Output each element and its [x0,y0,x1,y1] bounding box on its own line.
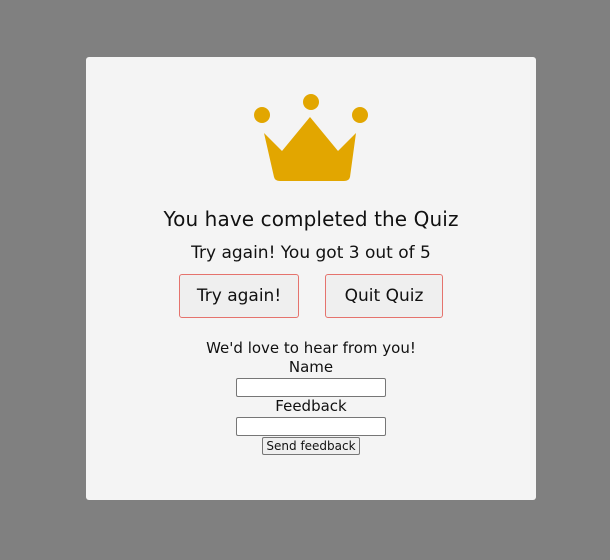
completion-title: You have completed the Quiz [163,207,459,231]
name-label: Name [288,358,334,376]
try-again-button[interactable]: Try again! [179,274,299,318]
feedback-input[interactable] [236,417,386,436]
feedback-heading: We'd love to hear from you! [206,339,416,357]
quiz-result-modal: You have completed the Quiz Try again! Y… [86,57,536,500]
score-text: Try again! You got 3 out of 5 [86,243,536,263]
feedback-label: Feedback [275,397,347,415]
score-total: 5 [420,243,431,263]
send-feedback-button[interactable]: Send feedback [262,437,360,455]
crown-icon [254,94,368,181]
score-prefix: Try again! You got [191,243,344,263]
score-middle: out of [365,243,415,263]
quit-quiz-button[interactable]: Quit Quiz [325,274,443,318]
score-value: 3 [348,243,360,263]
name-input[interactable] [236,378,386,397]
